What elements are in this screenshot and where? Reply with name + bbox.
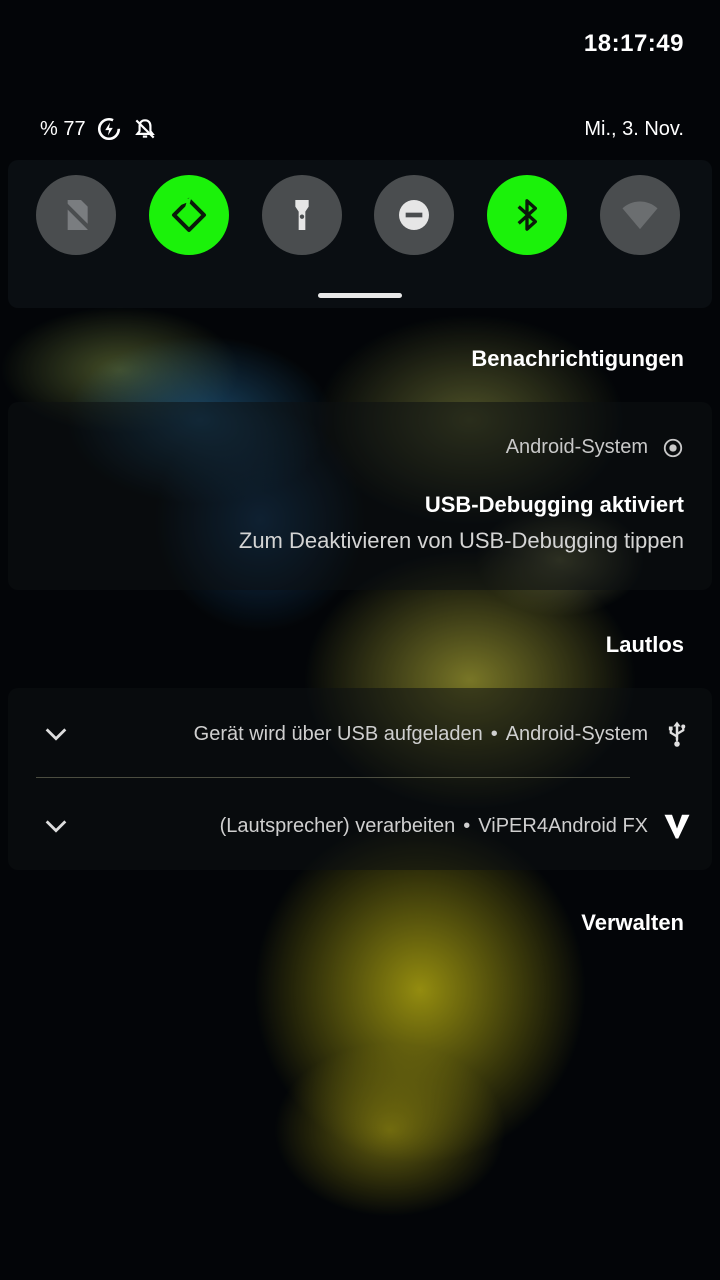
notification-summary: (Lautsprecher) verarbeiten • ViPER4Android… [220,815,648,838]
notification-text: (Lautsprecher) verarbeiten [219,814,456,837]
viper-icon [662,811,692,841]
wifi-icon [622,201,658,230]
separator: • [463,814,471,837]
chevron-down-icon[interactable] [42,812,70,840]
divider [36,777,630,778]
usb-icon [662,719,692,749]
silent-notification-usb-charging[interactable]: Gerät wird über USB aufgeladen • Android-S… [8,689,712,779]
tile-auto-rotate[interactable] [148,175,229,255]
notifications-off-icon [132,116,158,142]
notification-app-name: Android-System [505,436,648,458]
sim-off-icon [61,200,91,230]
bluetooth-icon [517,199,538,231]
android-system-icon [663,438,683,457]
flashlight-icon [294,200,309,230]
notifications-heading: Benachrichtigungen [471,346,684,371]
notification-text: Gerät wird über USB aufgeladen [193,722,483,745]
battery-percentage[interactable]: % 77 [40,118,86,141]
drag-handle[interactable] [318,293,402,298]
tile-do-not-disturb[interactable] [374,175,455,255]
notification-app-name: ViPER4Android FX [478,814,648,837]
silent-heading: Lautlos [605,632,684,657]
tile-flashlight[interactable] [261,175,342,255]
tile-wifi[interactable] [599,175,680,255]
do-not-disturb-icon [399,200,430,230]
notification-text: Zum Deaktivieren von USB-Debugging tippe… [238,528,684,553]
tile-sim[interactable] [36,175,116,255]
qs-date[interactable]: Mi., 3. Nov. [584,118,684,141]
manage-button[interactable]: Verwalten [581,910,684,936]
notification-app-name: Android-System [505,722,648,745]
chevron-down-icon[interactable] [42,720,70,748]
auto-rotate-icon [171,197,206,232]
notification-title: USB-Debugging aktiviert [424,492,684,517]
status-clock: 18:17:49 [583,30,684,57]
notification-summary: Gerät wird über USB aufgeladen • Android-S… [194,723,648,746]
quick-tiles-row [36,175,680,255]
tile-bluetooth[interactable] [487,175,568,255]
silent-notification-viper[interactable]: (Lautsprecher) verarbeiten • ViPER4Android… [8,781,712,871]
battery-saver-icon [96,116,122,142]
notification-app-header: Android-System [506,436,684,459]
separator: • [490,722,498,745]
quick-settings-header: % 77 Mi., 3. Nov. [40,114,684,144]
